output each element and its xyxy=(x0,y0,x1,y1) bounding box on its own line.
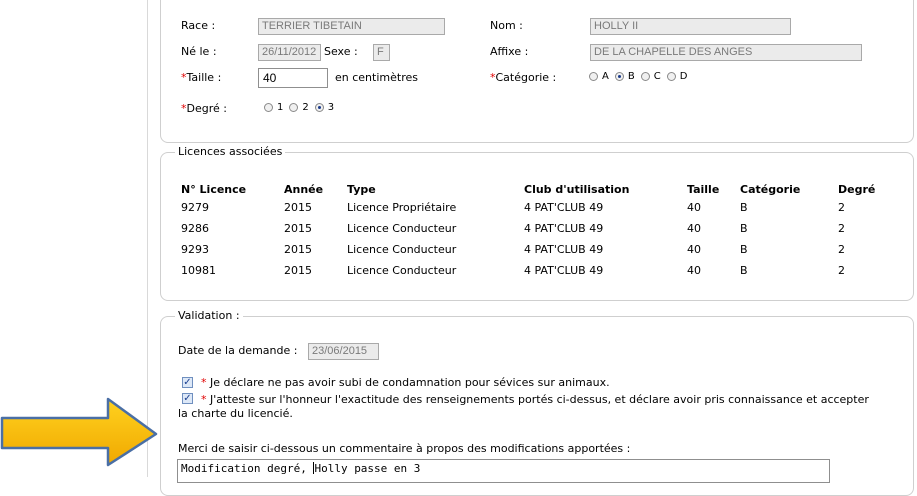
categorie-b-label: B xyxy=(627,71,635,82)
categorie-radio-group: A B C D xyxy=(583,71,687,82)
degre-1-label: 1 xyxy=(277,102,284,113)
radio-categorie-c[interactable] xyxy=(640,72,650,81)
categorie-label: *Catégorie : xyxy=(490,71,556,85)
sexe-label: Sexe : xyxy=(324,45,358,58)
radio-degre-1[interactable] xyxy=(264,103,273,112)
validation-legend: Validation : xyxy=(175,309,243,323)
cell: Licence Propriétaire xyxy=(347,201,457,214)
comment-label: Merci de saisir ci-dessous un commentair… xyxy=(178,442,631,455)
comment-text-end: Holly passe en 3 xyxy=(314,462,421,475)
cell: 9293 xyxy=(181,243,209,256)
table-row: 9279 2015 Licence Propriétaire 4 PAT'CLU… xyxy=(181,197,898,218)
categorie-d-label: D xyxy=(679,71,688,82)
table-header-row: N° Licence Année Type Club d'utilisation… xyxy=(181,181,898,197)
radio-degre-3[interactable] xyxy=(314,103,324,112)
nom-label: Nom : xyxy=(490,19,523,32)
col-header: Taille xyxy=(687,182,720,196)
cell: 4 PAT'CLUB 49 xyxy=(524,264,604,277)
cell: Licence Conducteur xyxy=(347,264,457,277)
licences-table: N° Licence Année Type Club d'utilisation… xyxy=(181,181,898,281)
birthdate-field: 26/11/2012 xyxy=(258,44,321,61)
radio-categorie-d[interactable] xyxy=(666,72,676,81)
required-mark: * xyxy=(201,393,207,406)
degre-label-text: Degré : xyxy=(186,102,227,115)
cell: 2015 xyxy=(284,222,312,235)
nom-field: HOLLY II xyxy=(590,18,791,35)
race-field: TERRIER TIBETAIN xyxy=(258,18,445,35)
taille-label: *Taille : xyxy=(181,71,221,85)
affixe-label: Affixe : xyxy=(490,45,529,58)
cell: 9286 xyxy=(181,222,209,235)
condamnation-text: * Je déclare ne pas avoir subi de condam… xyxy=(201,376,610,390)
date-demande-label: Date de la demande : xyxy=(178,344,298,357)
cell: 2015 xyxy=(284,201,312,214)
radio-categorie-a[interactable] xyxy=(589,72,598,81)
col-header: Type xyxy=(347,182,376,196)
cell: B xyxy=(740,222,748,235)
dog-info-section: Race : TERRIER TIBETAIN Nom : HOLLY II N… xyxy=(160,0,914,143)
cell: 2015 xyxy=(284,243,312,256)
cell: B xyxy=(740,243,748,256)
cell: 9279 xyxy=(181,201,209,214)
table-row: 9293 2015 Licence Conducteur 4 PAT'CLUB … xyxy=(181,239,898,260)
degre-radio-group: 1 2 3 xyxy=(258,102,334,113)
categorie-c-label: C xyxy=(653,71,661,82)
categorie-label-text: Catégorie : xyxy=(495,71,557,84)
col-header: Club d'utilisation xyxy=(524,182,630,196)
cell: 2 xyxy=(838,201,845,214)
categorie-a-label: A xyxy=(602,71,609,82)
cell: 10981 xyxy=(181,264,216,277)
cell: 2 xyxy=(838,243,845,256)
taille-unit: en centimètres xyxy=(335,71,418,84)
col-header: Degré xyxy=(838,182,876,196)
ne-le-label: Né le : xyxy=(181,45,217,58)
cell: B xyxy=(740,201,748,214)
affixe-field: DE LA CHAPELLE DES ANGES xyxy=(590,44,862,61)
highlight-arrow-icon xyxy=(0,397,158,467)
comment-textarea[interactable]: Modification degré, Holly passe en 3 xyxy=(177,459,830,483)
date-demande-field: 23/06/2015 xyxy=(308,343,379,360)
cell: 40 xyxy=(687,222,701,235)
cell: 4 PAT'CLUB 49 xyxy=(524,243,604,256)
cell: 40 xyxy=(687,201,701,214)
cell: 2 xyxy=(838,264,845,277)
cell: 40 xyxy=(687,243,701,256)
col-header: Catégorie xyxy=(740,182,801,196)
cell: Licence Conducteur xyxy=(347,222,457,235)
radio-categorie-b[interactable] xyxy=(614,72,624,81)
taille-label-text: Taille : xyxy=(186,71,222,84)
attestation-label-line2: la charte du licencié. xyxy=(178,407,293,420)
degre-2-label: 2 xyxy=(302,102,309,113)
required-mark: * xyxy=(201,376,207,389)
attestation-checkbox[interactable]: ✓ xyxy=(182,393,193,404)
condamnation-label: Je déclare ne pas avoir subi de condamna… xyxy=(210,376,610,389)
degre-3-label: 3 xyxy=(327,102,335,113)
licences-legend: Licences associées xyxy=(175,145,286,159)
attestation-text: * J'atteste sur l'honneur l'exactitude d… xyxy=(201,393,869,407)
comment-text-start: Modification degré, xyxy=(181,462,314,475)
licences-section: Licences associées N° Licence Année Type… xyxy=(160,145,914,301)
cell: 4 PAT'CLUB 49 xyxy=(524,222,604,235)
attestation-label-line1: J'atteste sur l'honneur l'exactitude des… xyxy=(210,393,869,406)
cell: Licence Conducteur xyxy=(347,243,457,256)
cell: B xyxy=(740,264,748,277)
sexe-field: F xyxy=(373,44,390,61)
table-row: 9286 2015 Licence Conducteur 4 PAT'CLUB … xyxy=(181,218,898,239)
condamnation-checkbox[interactable]: ✓ xyxy=(182,377,193,388)
degre-label: *Degré : xyxy=(181,102,227,116)
cell: 2 xyxy=(838,222,845,235)
cell: 40 xyxy=(687,264,701,277)
col-header: N° Licence xyxy=(181,182,247,196)
radio-degre-2[interactable] xyxy=(289,103,299,112)
table-row: 10981 2015 Licence Conducteur 4 PAT'CLUB… xyxy=(181,260,898,281)
race-label: Race : xyxy=(181,19,216,32)
cell: 4 PAT'CLUB 49 xyxy=(524,201,604,214)
col-header: Année xyxy=(284,182,324,196)
taille-input[interactable] xyxy=(258,68,328,88)
cell: 2015 xyxy=(284,264,312,277)
